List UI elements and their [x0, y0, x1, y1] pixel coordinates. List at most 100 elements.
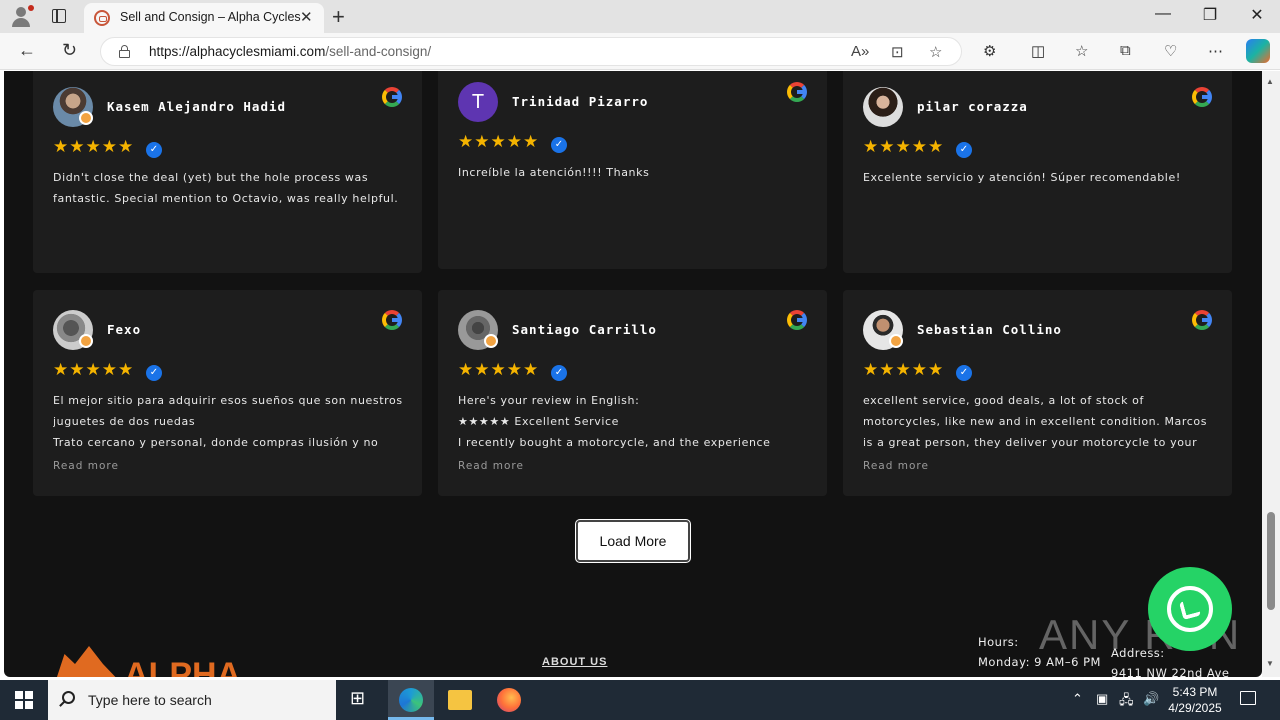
edge-browser-icon[interactable] [399, 688, 423, 712]
taskbar-clock[interactable]: 5:43 PM 4/29/2025 [1160, 684, 1230, 716]
review-card: Sebastian Collino ★★★★★ ✓ excellent serv… [843, 290, 1232, 496]
review-card: Kasem Alejandro Hadid ★★★★★ ✓ Didn't clo… [33, 71, 422, 273]
search-icon [62, 691, 75, 704]
reviewer-name: Santiago Carrillo [512, 322, 657, 337]
review-card: T Trinidad Pizarro ★★★★★ ✓ Increíble la … [438, 71, 827, 269]
logo-word: ALPHA [124, 656, 242, 677]
refresh-icon[interactable]: ↻ [62, 40, 77, 61]
read-aloud-icon[interactable]: A» [851, 43, 869, 60]
reviewer-name: Trinidad Pizarro [512, 94, 649, 109]
profile-icon[interactable] [8, 4, 34, 30]
restore-icon[interactable]: ❐ [1187, 5, 1233, 25]
reviewer-name: Kasem Alejandro Hadid [107, 99, 287, 114]
verified-icon: ✓ [551, 137, 567, 153]
star-rating: ★★★★★ [458, 132, 540, 151]
read-more-link[interactable]: Read more [53, 460, 119, 472]
page-scrollbar[interactable]: ▲ ▼ [1262, 71, 1280, 677]
clock-date: 4/29/2025 [1168, 701, 1222, 715]
tab-close-icon[interactable]: ✕ [300, 8, 313, 26]
verified-icon: ✓ [956, 142, 972, 158]
google-icon [382, 87, 402, 107]
show-hidden-icons-icon[interactable]: ⌃ [1072, 691, 1083, 707]
about-us-link[interactable]: ABOUT US [542, 656, 607, 668]
local-guide-badge-icon [889, 334, 903, 348]
verified-icon: ✓ [551, 365, 567, 381]
taskbar-search-box[interactable]: Type here to search [48, 680, 336, 720]
address-bar[interactable]: https://alphacyclesmiami.com/sell-and-co… [100, 37, 962, 66]
review-text: Here's your review in English: ★★★★★ Exc… [458, 394, 771, 449]
scroll-up-arrow-icon[interactable]: ▲ [1266, 77, 1274, 86]
review-card: Santiago Carrillo ★★★★★ ✓ Here's your re… [438, 290, 827, 496]
load-more-button[interactable]: Load More [576, 520, 690, 562]
file-explorer-icon[interactable] [448, 690, 472, 710]
avatar: T [458, 82, 498, 122]
verified-icon: ✓ [146, 142, 162, 158]
scrollbar-thumb[interactable] [1267, 512, 1275, 610]
reviewer-name: Fexo [107, 322, 142, 337]
google-icon [787, 82, 807, 102]
device-icon[interactable]: ▣ [1096, 691, 1108, 707]
windows-start-icon[interactable] [15, 691, 33, 709]
reviewer-name: pilar corazza [917, 99, 1028, 114]
split-screen-icon[interactable]: ◫ [1031, 42, 1045, 60]
page-content: Kasem Alejandro Hadid ★★★★★ ✓ Didn't clo… [4, 71, 1262, 677]
star-rating: ★★★★★ [53, 137, 135, 156]
network-icon[interactable]: 🖧 [1119, 691, 1134, 713]
review-card: Fexo ★★★★★ ✓ El mejor sitio para adquiri… [33, 290, 422, 496]
immersive-reader-icon[interactable]: ⊡ [891, 43, 904, 61]
close-window-icon[interactable]: ✕ [1234, 5, 1280, 25]
copilot-icon[interactable] [1246, 39, 1270, 63]
read-more-link[interactable]: Read more [863, 460, 929, 472]
star-rating: ★★★★★ [863, 360, 945, 379]
tab-actions-icon[interactable] [52, 9, 66, 23]
firefox-icon[interactable] [497, 688, 521, 712]
local-guide-badge-icon [484, 334, 498, 348]
review-text: excellent service, good deals, a lot of … [863, 394, 1208, 449]
performance-icon[interactable]: ♡ [1164, 42, 1177, 60]
verified-icon: ✓ [146, 365, 162, 381]
star-rating: ★★★★★ [458, 360, 540, 379]
favorite-star-icon[interactable]: ☆ [929, 43, 942, 61]
lock-icon[interactable] [119, 45, 130, 58]
star-rating: ★★★★★ [53, 360, 135, 379]
notifications-icon[interactable] [1240, 691, 1256, 705]
windows-taskbar: Type here to search ⊞ ⌃ ▣ 🖧 🔊 5:43 PM 4/… [0, 680, 1280, 720]
star-rating: ★★★★★ [863, 137, 945, 156]
scroll-down-arrow-icon[interactable]: ▼ [1266, 659, 1274, 668]
browser-tab-bar: Sell and Consign – Alpha Cycles ✕ + — ❐ … [0, 0, 1280, 33]
new-tab-icon[interactable]: + [332, 4, 345, 30]
verified-icon: ✓ [956, 365, 972, 381]
whatsapp-button[interactable] [1148, 567, 1232, 651]
review-text: Increíble la atención!!!! Thanks [458, 166, 650, 179]
address-line: 9411 NW 22nd Ave [1111, 666, 1230, 677]
local-guide-badge-icon [79, 111, 93, 125]
task-view-icon[interactable]: ⊞ [350, 688, 365, 709]
reviewer-name: Sebastian Collino [917, 322, 1062, 337]
google-icon [787, 310, 807, 330]
fox-logo-icon [54, 646, 124, 677]
google-icon [382, 310, 402, 330]
back-icon[interactable]: ← [18, 40, 36, 61]
browser-nav-bar: ← ↻ https://alphacyclesmiami.com/sell-an… [0, 33, 1280, 70]
search-placeholder: Type here to search [88, 692, 212, 708]
more-options-icon[interactable]: ⋯ [1208, 42, 1223, 60]
google-icon [1192, 310, 1212, 330]
browser-tab[interactable]: Sell and Consign – Alpha Cycles ✕ [84, 3, 324, 33]
tab-title: Sell and Consign – Alpha Cycles [120, 10, 301, 24]
avatar [863, 87, 903, 127]
favorites-icon[interactable]: ☆ [1075, 42, 1088, 60]
collections-icon[interactable]: ⧉ [1120, 42, 1131, 59]
review-text: Didn't close the deal (yet) but the hole… [53, 171, 399, 205]
review-text: El mejor sitio para adquirir esos sueños… [53, 394, 403, 449]
local-guide-badge-icon [79, 334, 93, 348]
clock-time: 5:43 PM [1172, 685, 1218, 699]
extensions-icon[interactable]: ⚙ [983, 42, 996, 60]
read-more-link[interactable]: Read more [458, 460, 524, 472]
site-favicon-icon [94, 10, 110, 26]
url-text: https://alphacyclesmiami.com/sell-and-co… [149, 44, 432, 59]
review-text: Excelente servicio y atención! Súper rec… [863, 171, 1181, 184]
volume-icon[interactable]: 🔊 [1143, 691, 1159, 707]
review-card: pilar corazza ★★★★★ ✓ Excelente servicio… [843, 71, 1232, 273]
minimize-icon[interactable]: — [1140, 5, 1186, 23]
google-icon [1192, 87, 1212, 107]
